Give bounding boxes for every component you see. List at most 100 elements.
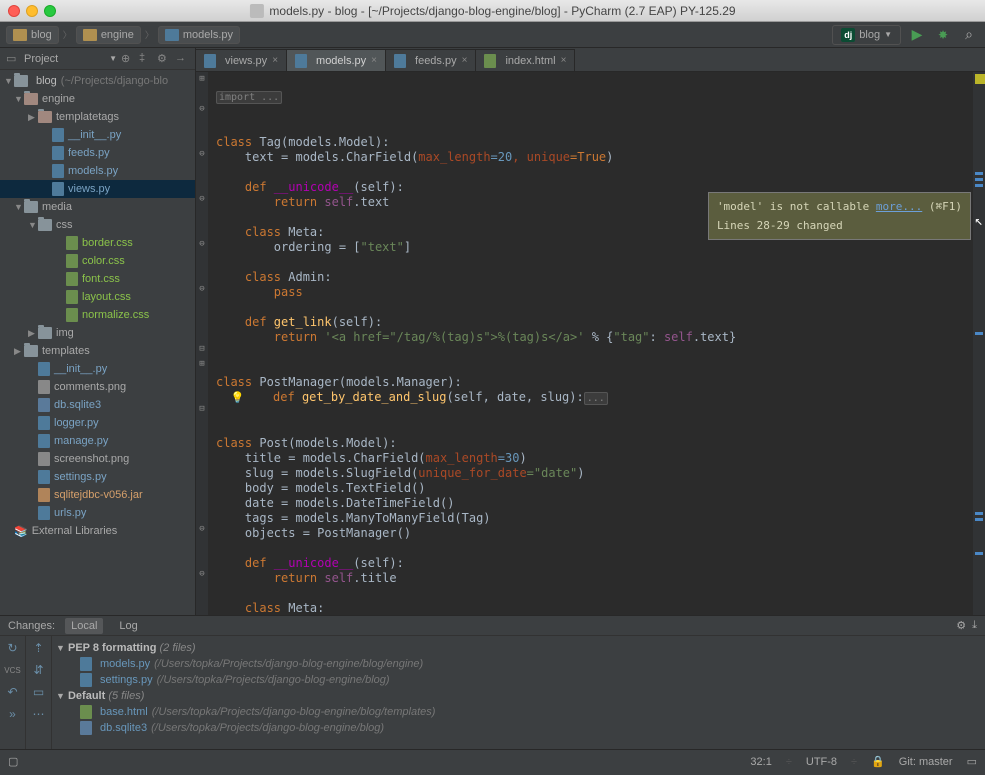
tree-item[interactable]: border.css [0, 234, 195, 252]
project-tree[interactable]: ▼ blog (~/Projects/django-blo ▼engine▶te… [0, 70, 195, 615]
changes-tab-log[interactable]: Log [113, 618, 143, 634]
import-fold[interactable]: import ... [216, 91, 282, 104]
tree-item[interactable]: font.css [0, 270, 195, 288]
inspection-status-icon[interactable] [975, 74, 985, 84]
run-configuration-selector[interactable]: dj blog ▼ [832, 25, 901, 45]
fold-toggle-icon[interactable]: ⊖ [196, 237, 208, 252]
fold-toggle-icon[interactable]: ⊟ [196, 402, 208, 417]
fold-toggle-icon[interactable]: ⊖ [196, 282, 208, 297]
close-tab-icon[interactable]: × [371, 55, 377, 66]
error-stripe[interactable] [973, 72, 985, 615]
stripe-change-marker[interactable] [975, 172, 983, 175]
tree-item[interactable]: db.sqlite3 [0, 396, 195, 414]
tree-item[interactable]: 📚External Libraries [0, 522, 195, 540]
tree-item[interactable]: color.css [0, 252, 195, 270]
tree-arrow-icon[interactable]: ▼ [14, 202, 24, 212]
tree-item[interactable]: __init__.py [0, 360, 195, 378]
fold-toggle-icon[interactable]: ⊖ [196, 147, 208, 162]
rollback-icon[interactable]: ↶ [5, 684, 21, 700]
breadcrumb-blog[interactable]: blog [6, 26, 59, 44]
tree-item[interactable]: feeds.py [0, 144, 195, 162]
changes-tab-local[interactable]: Local [65, 618, 103, 634]
tree-item[interactable]: ▶img [0, 324, 195, 342]
code-editor[interactable]: ⊞⊖⊖⊖⊖⊖⊟⊞⊟⊖⊖ import ... class Tag(models.… [196, 72, 985, 615]
editor-tab[interactable]: index.html× [476, 49, 575, 71]
hide-icon[interactable]: → [175, 52, 189, 66]
gear-icon[interactable]: ⚙ [157, 52, 171, 66]
tree-item[interactable]: ▼css [0, 216, 195, 234]
fold-toggle-icon[interactable]: ⊖ [196, 192, 208, 207]
editor-tab[interactable]: views.py× [196, 49, 287, 71]
fold-toggle-icon[interactable]: ⊞ [196, 72, 208, 87]
tree-item[interactable]: __init__.py [0, 126, 195, 144]
tree-item[interactable]: normalize.css [0, 306, 195, 324]
tree-item[interactable]: sqlitejdbc-v056.jar [0, 486, 195, 504]
close-tab-icon[interactable]: × [561, 55, 567, 66]
fold-toggle-icon[interactable]: ⊖ [196, 102, 208, 117]
stripe-change-marker[interactable] [975, 552, 983, 555]
stripe-change-marker[interactable] [975, 512, 983, 515]
tree-item[interactable]: urls.py [0, 504, 195, 522]
fold-marker[interactable]: ... [584, 392, 608, 405]
breadcrumb-engine[interactable]: engine [76, 26, 141, 44]
encoding-selector[interactable]: UTF-8 [806, 756, 837, 768]
changed-file-item[interactable]: models.py (/Users/topka/Projects/django-… [56, 656, 981, 672]
fold-toggle-icon[interactable]: ⊖ [196, 522, 208, 537]
fold-toggle-icon[interactable]: ⊟ [196, 342, 208, 357]
diff-icon[interactable]: ⇵ [31, 662, 47, 678]
tree-arrow-icon[interactable]: ▼ [14, 94, 24, 104]
cursor-position[interactable]: 32:1 [750, 756, 771, 768]
refresh-icon[interactable]: ↻ [5, 640, 21, 656]
editor-tab[interactable]: models.py× [287, 49, 386, 71]
tree-item[interactable]: ▼engine [0, 90, 195, 108]
close-tab-icon[interactable]: × [272, 55, 278, 66]
minimize-window-button[interactable] [26, 5, 38, 17]
tree-item[interactable]: ▼media [0, 198, 195, 216]
tree-item[interactable]: logger.py [0, 414, 195, 432]
scroll-from-source-icon[interactable]: ⊕ [121, 52, 135, 66]
breadcrumb-models[interactable]: models.py [158, 26, 240, 44]
fold-toggle-icon[interactable]: ⊞ [196, 357, 208, 372]
expand-icon[interactable]: » [5, 706, 21, 722]
gutter-fold-column[interactable]: ⊞⊖⊖⊖⊖⊖⊟⊞⊟⊖⊖ [196, 72, 208, 615]
changed-file-item[interactable]: settings.py (/Users/topka/Projects/djang… [56, 672, 981, 688]
debug-button[interactable]: ✸ [933, 25, 953, 45]
tree-arrow-icon[interactable]: ▼ [28, 220, 38, 230]
tree-item[interactable]: manage.py [0, 432, 195, 450]
change-list-group[interactable]: ▼ PEP 8 formatting (2 files) [56, 640, 981, 656]
tool-window-toggle-icon[interactable]: ▢ [8, 755, 18, 768]
readonly-toggle-icon[interactable]: 🔒 [871, 755, 885, 768]
tree-arrow-icon[interactable]: ▶ [28, 328, 38, 339]
tree-item[interactable]: ▶templatetags [0, 108, 195, 126]
tooltip-more-link[interactable]: more... [876, 200, 922, 213]
notifications-icon[interactable]: ▭ [967, 755, 977, 768]
change-list-group[interactable]: ▼ Default (5 files) [56, 688, 981, 704]
tree-arrow-icon[interactable]: ▶ [14, 346, 24, 357]
close-window-button[interactable] [8, 5, 20, 17]
stripe-change-marker[interactable] [975, 178, 983, 181]
tree-item[interactable]: screenshot.png [0, 450, 195, 468]
search-button[interactable]: ⌕ [959, 25, 979, 45]
changed-file-item[interactable]: base.html (/Users/topka/Projects/django-… [56, 704, 981, 720]
changed-file-item[interactable]: db.sqlite3 (/Users/topka/Projects/django… [56, 720, 981, 736]
zoom-window-button[interactable] [44, 5, 56, 17]
tree-arrow-icon[interactable]: ▶ [28, 112, 38, 123]
hide-icon[interactable]: ⤓ [972, 619, 977, 632]
changes-tree[interactable]: ▼ PEP 8 formatting (2 files) models.py (… [52, 636, 985, 749]
close-tab-icon[interactable]: × [462, 55, 468, 66]
tree-item[interactable]: ▶templates [0, 342, 195, 360]
stripe-change-marker[interactable] [975, 184, 983, 187]
git-branch-selector[interactable]: Git: master [899, 756, 953, 768]
collapse-icon[interactable]: ‡ [139, 52, 153, 66]
gear-icon[interactable]: ⚙ [956, 619, 966, 632]
tree-item[interactable]: layout.css [0, 288, 195, 306]
more-icon[interactable]: ⋯ [31, 706, 47, 722]
editor-tab[interactable]: feeds.py× [386, 49, 476, 71]
intention-bulb-icon[interactable]: 💡 [230, 391, 244, 404]
run-button[interactable]: ▶ [907, 25, 927, 45]
tree-item[interactable]: settings.py [0, 468, 195, 486]
tree-item[interactable]: models.py [0, 162, 195, 180]
shelve-icon[interactable]: ▭ [31, 684, 47, 700]
tree-root[interactable]: ▼ blog (~/Projects/django-blo [0, 72, 195, 90]
stripe-change-marker[interactable] [975, 518, 983, 521]
